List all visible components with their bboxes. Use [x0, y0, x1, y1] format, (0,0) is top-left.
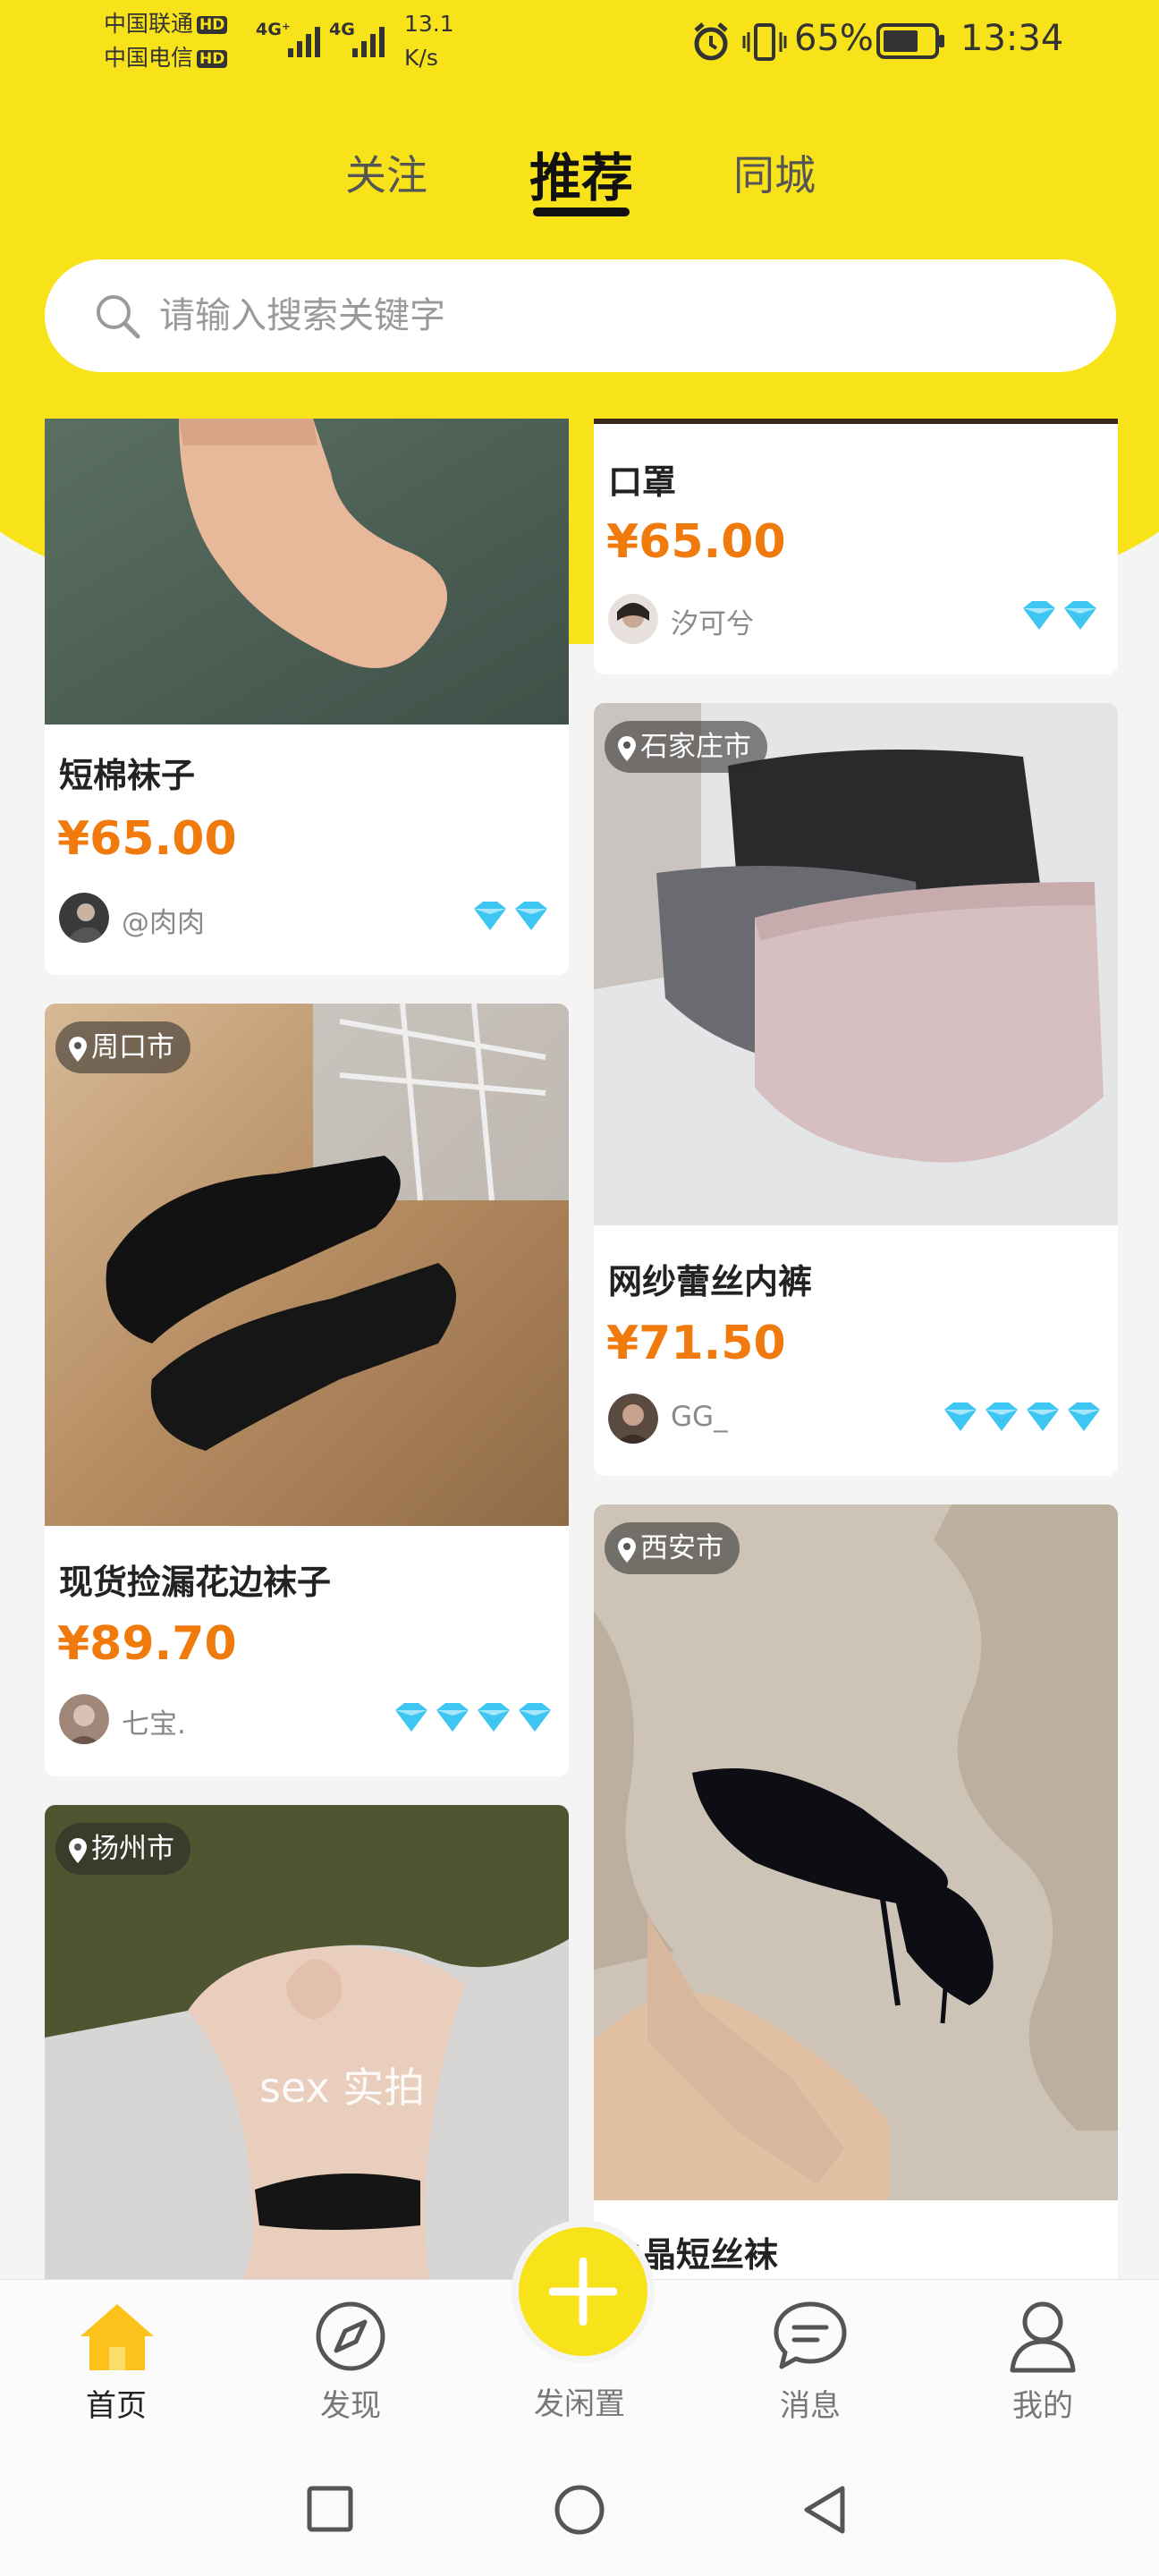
recents-icon[interactable] — [306, 2485, 356, 2535]
status-carriers: 中国联通 HD 中国电信 HD — [104, 7, 228, 75]
location-badge: 周口市 — [55, 1021, 190, 1073]
chat-icon — [774, 2301, 847, 2369]
product-price: ¥65.00 — [57, 812, 237, 866]
location-pin-icon — [618, 1537, 636, 1563]
location-pin-icon — [69, 1837, 87, 1863]
alarm-icon — [694, 22, 728, 61]
photo-watermark: sex 实拍 — [259, 2063, 426, 2112]
location-label: 西安市 — [640, 1532, 723, 1564]
product-title: 口罩 — [608, 462, 677, 502]
seller-name[interactable]: @肉肉 — [122, 900, 205, 940]
product-title: 现货捡漏花边袜子 — [59, 1563, 332, 1602]
tab-same-city[interactable]: 同城 — [733, 143, 816, 202]
battery-icon — [876, 23, 944, 59]
avatar[interactable] — [59, 1694, 109, 1744]
avatar[interactable] — [608, 1394, 658, 1444]
nav-label: 发现 — [320, 2388, 381, 2424]
product-card[interactable]: 石家庄市 网纱蕾丝内裤 ¥71.50 GG_ — [594, 703, 1118, 1476]
compass-icon — [316, 2301, 385, 2371]
search-input[interactable] — [157, 288, 1055, 343]
location-pin-icon — [69, 1036, 87, 1062]
gem-rating — [395, 1703, 551, 1732]
location-pin-icon — [618, 735, 636, 761]
product-card[interactable]: sex 实拍 扬州市 — [45, 1805, 569, 2279]
product-photo-edge — [594, 419, 1118, 424]
post-item-button[interactable] — [512, 2220, 655, 2363]
battery-percent: 65% — [794, 18, 874, 59]
location-label: 扬州市 — [91, 1833, 174, 1865]
back-icon[interactable] — [799, 2483, 850, 2537]
avatar[interactable] — [59, 893, 109, 943]
net-speed: 13.1 K/s — [404, 7, 454, 75]
net-speed-value: 13.1 — [404, 11, 454, 37]
tab-recommend[interactable]: 推荐 — [529, 136, 633, 211]
person-icon — [1010, 2301, 1076, 2373]
product-price: ¥89.70 — [57, 1617, 237, 1671]
product-title: 短棉袜子 — [59, 756, 196, 795]
plus-icon — [549, 2258, 617, 2326]
hd-badge: HD — [197, 16, 228, 34]
nav-home[interactable]: 首页 — [45, 2299, 188, 2433]
nav-label: 消息 — [780, 2388, 841, 2424]
nav-profile[interactable]: 我的 — [971, 2299, 1114, 2433]
product-price: ¥65.00 — [606, 515, 786, 569]
home-button-icon[interactable] — [553, 2483, 606, 2537]
seller-name[interactable]: 七宝. — [122, 1701, 186, 1741]
product-card[interactable]: 周口市 现货捡漏花边袜子 ¥89.70 七宝. — [45, 1004, 569, 1776]
vibrate-icon — [742, 23, 787, 61]
gem-rating — [1023, 601, 1096, 630]
nav-label-post[interactable]: 发闲置 — [508, 2379, 651, 2423]
location-label: 石家庄市 — [640, 731, 751, 763]
product-price: ¥71.50 — [606, 1317, 786, 1370]
product-photo — [594, 1504, 1118, 2200]
product-card[interactable]: 西安市 水晶短丝袜 — [594, 1504, 1118, 2279]
net-speed-unit: K/s — [404, 45, 438, 71]
product-title: 网纱蕾丝内裤 — [608, 1262, 813, 1301]
location-badge: 石家庄市 — [605, 721, 767, 773]
avatar[interactable] — [608, 594, 658, 644]
location-label: 周口市 — [91, 1031, 174, 1063]
nav-label: 我的 — [1012, 2388, 1073, 2424]
product-photo — [45, 1004, 569, 1526]
seller-name[interactable]: GG_ — [671, 1401, 728, 1433]
carrier-2: 中国电信 — [104, 45, 194, 71]
product-card[interactable]: 短棉袜子 ¥65.00 @肉肉 — [45, 419, 569, 975]
hd-badge: HD — [197, 50, 228, 68]
location-badge: 扬州市 — [55, 1823, 190, 1875]
nav-messages[interactable]: 消息 — [739, 2299, 882, 2433]
product-photo — [594, 703, 1118, 1225]
product-card[interactable]: 口罩 ¥65.00 汐可兮 — [594, 419, 1118, 674]
product-photo — [45, 1805, 569, 2279]
clock: 13:34 — [960, 18, 1064, 59]
seller-name[interactable]: 汐可兮 — [671, 601, 754, 641]
nav-label: 首页 — [86, 2388, 147, 2424]
carrier-1: 中国联通 — [104, 11, 194, 37]
product-photo — [45, 419, 569, 724]
gem-rating — [944, 1402, 1100, 1431]
search-bar[interactable] — [45, 259, 1116, 372]
tab-follow[interactable]: 关注 — [345, 143, 427, 202]
nav-discover[interactable]: 发现 — [279, 2299, 422, 2433]
tab-active-indicator — [533, 208, 630, 216]
search-icon — [97, 295, 140, 339]
location-badge: 西安市 — [605, 1522, 740, 1574]
home-icon — [80, 2304, 154, 2370]
gem-rating — [474, 902, 547, 930]
